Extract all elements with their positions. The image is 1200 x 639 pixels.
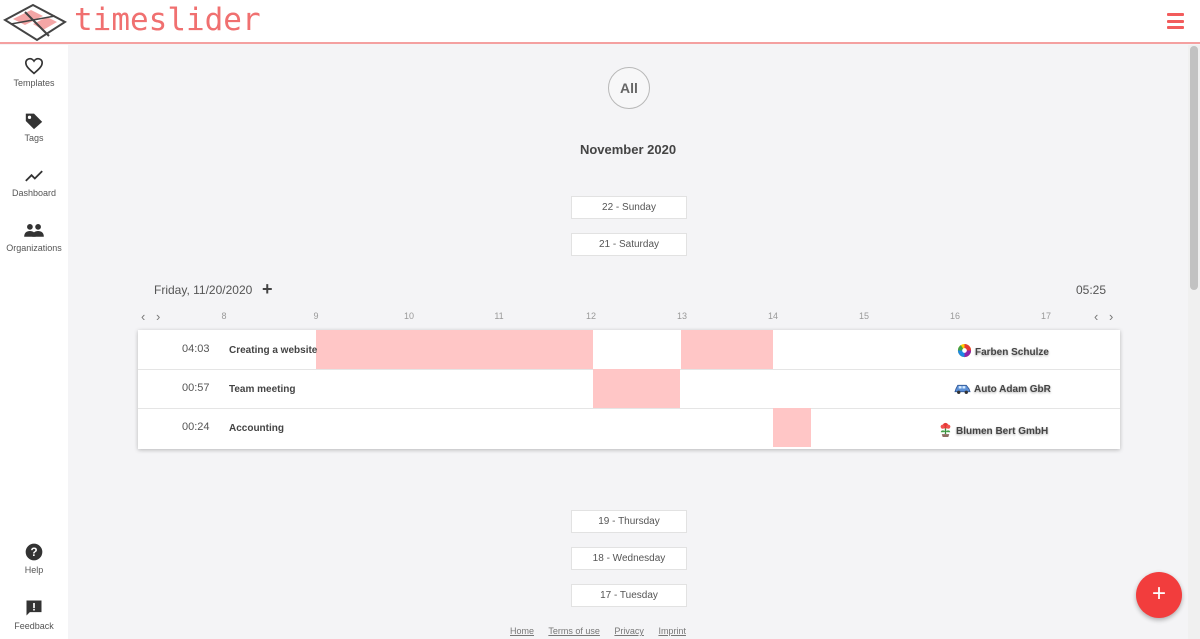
entry-client: Auto Adam GbR	[954, 382, 1051, 395]
sidebar-item-label: Organizations	[6, 243, 62, 253]
trend-icon	[25, 170, 43, 182]
all-filter-button[interactable]: All	[608, 67, 650, 109]
add-fab-button[interactable]: +	[1136, 572, 1182, 618]
hour-label: 14	[767, 311, 779, 321]
day-button-17[interactable]: 17 - Tuesday	[571, 584, 687, 607]
hour-label: 10	[403, 311, 415, 321]
scroll-right-icon[interactable]: ›	[156, 309, 160, 324]
footer-link-imprint[interactable]: Imprint	[658, 626, 686, 636]
day-button-18[interactable]: 18 - Wednesday	[571, 547, 687, 570]
footer-link-terms[interactable]: Terms of use	[548, 626, 600, 636]
footer-link-privacy[interactable]: Privacy	[614, 626, 644, 636]
add-entry-button[interactable]: +	[262, 279, 273, 300]
sidebar-item-label: Dashboard	[11, 188, 57, 198]
help-icon: ?	[25, 543, 43, 561]
sidebar-item-feedback[interactable]: Feedback	[0, 598, 68, 631]
app-header: timeslider	[0, 0, 1200, 44]
scroll-left-icon[interactable]: ‹	[141, 309, 145, 324]
hour-label: 17	[1040, 311, 1052, 321]
svg-text:?: ?	[30, 546, 37, 559]
entry-task: Creating a website	[229, 345, 318, 356]
sidebar: Templates Tags Dashboard Organizations ?…	[0, 45, 68, 639]
sidebar-item-dashboard[interactable]: Dashboard	[0, 167, 68, 198]
scroll-right-icon[interactable]: ›	[1109, 309, 1113, 324]
table-row[interactable]: 04:03 Creating a website Farben Schulze	[138, 330, 1120, 370]
time-block[interactable]	[593, 369, 680, 408]
sidebar-item-tags[interactable]: Tags	[0, 112, 68, 143]
day-button-21[interactable]: 21 - Saturday	[571, 233, 687, 256]
entry-duration: 04:03	[182, 343, 210, 355]
time-entries-table: 04:03 Creating a website Farben Schulze …	[138, 330, 1120, 449]
time-block[interactable]	[681, 330, 773, 369]
people-icon	[24, 224, 44, 237]
time-block[interactable]	[773, 408, 811, 447]
sidebar-item-label: Help	[24, 565, 44, 575]
entry-client: Blumen Bert GmbH	[938, 421, 1048, 437]
time-block[interactable]	[316, 330, 593, 369]
entry-task: Accounting	[229, 423, 284, 434]
feedback-icon	[26, 600, 42, 616]
sidebar-item-label: Templates	[13, 78, 55, 88]
hour-label: 16	[949, 311, 961, 321]
scroll-left-icon[interactable]: ‹	[1094, 309, 1098, 324]
footer-link-home[interactable]: Home	[510, 626, 534, 636]
scrollbar-thumb[interactable]	[1190, 46, 1198, 290]
day-button-19[interactable]: 19 - Thursday	[571, 510, 687, 533]
hour-label: 13	[676, 311, 688, 321]
heart-icon	[24, 57, 44, 75]
brand-name[interactable]: timeslider	[74, 2, 261, 38]
hour-label: 11	[494, 311, 504, 321]
footer: Home Terms of use Privacy Imprint	[510, 626, 698, 636]
current-day-date: Friday, 11/20/2020	[154, 283, 253, 297]
client-name: Farben Schulze	[975, 347, 1049, 358]
sidebar-item-templates[interactable]: Templates	[0, 57, 68, 88]
hour-label: 8	[221, 311, 227, 321]
entry-task: Team meeting	[229, 384, 296, 395]
month-title: November 2020	[579, 142, 677, 157]
flower-icon	[940, 422, 951, 437]
entry-duration: 00:24	[182, 421, 210, 433]
car-icon	[954, 384, 971, 394]
hour-label: 12	[585, 311, 597, 321]
day-total-duration: 05:25	[1076, 283, 1107, 297]
sidebar-item-help[interactable]: ? Help	[0, 542, 68, 575]
color-wheel-icon	[957, 343, 972, 358]
client-name: Blumen Bert GmbH	[956, 426, 1049, 437]
menu-icon[interactable]	[1167, 13, 1184, 29]
entry-client: Farben Schulze	[957, 343, 1049, 358]
day-button-22[interactable]: 22 - Sunday	[571, 196, 687, 219]
sidebar-item-label: Feedback	[14, 621, 54, 631]
table-row[interactable]: 00:24 Accounting Blumen Bert GmbH	[138, 408, 1120, 447]
table-row[interactable]: 00:57 Team meeting Auto Adam GbR	[138, 369, 1120, 409]
entry-duration: 00:57	[182, 382, 210, 394]
tag-icon	[25, 113, 43, 130]
client-name: Auto Adam GbR	[974, 384, 1051, 395]
sidebar-item-label: Tags	[24, 133, 44, 143]
hour-label: 15	[858, 311, 870, 321]
sidebar-item-organizations[interactable]: Organizations	[0, 222, 68, 253]
logo-icon[interactable]	[3, 2, 67, 47]
hour-label: 9	[313, 311, 319, 321]
